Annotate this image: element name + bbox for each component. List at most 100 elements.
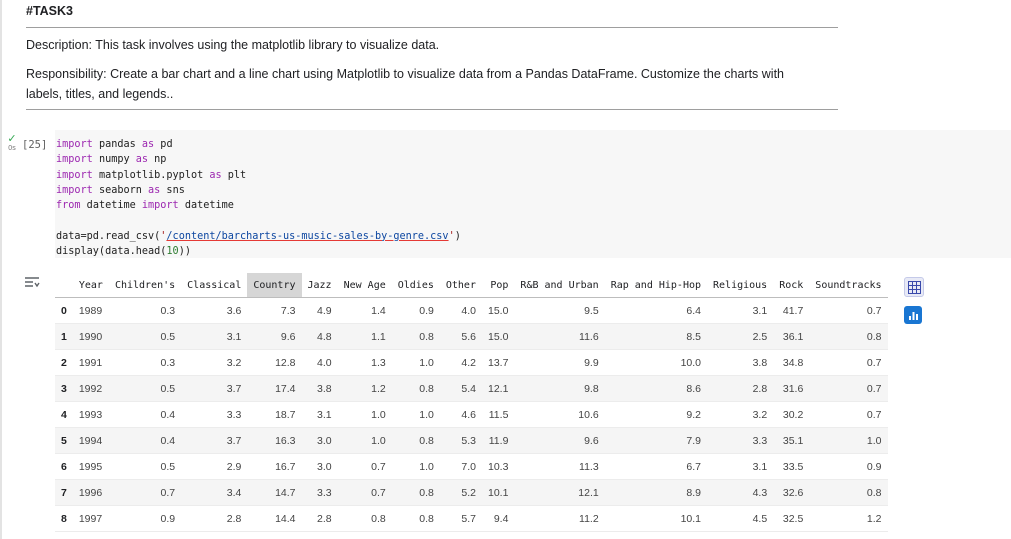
table-cell: 1.0: [391, 401, 440, 428]
table-cell: 12.8: [247, 349, 302, 376]
table-cell: 3.1: [301, 401, 338, 428]
table-cell: 11.9: [481, 427, 515, 454]
table-cell: 0.9: [391, 297, 440, 324]
execution-count: [25]: [22, 139, 48, 151]
table-cell: 3.4: [181, 479, 248, 506]
column-header: Other: [439, 273, 482, 298]
table-cell: 0.7: [108, 479, 182, 506]
row-index: 8: [55, 505, 73, 532]
table-cell: 32.5: [773, 505, 810, 532]
table-cell: 6.4: [604, 297, 708, 324]
table-cell: 1996: [72, 479, 109, 506]
table-cell: 0.4: [108, 427, 182, 454]
table-cell: 3.0: [301, 427, 338, 454]
row-index: 7: [55, 479, 73, 506]
table-cell: 9.6: [247, 323, 302, 350]
table-cell: 10.0: [604, 349, 708, 376]
table-cell: 0.5: [108, 323, 182, 350]
column-header: Country: [247, 273, 302, 298]
table-cell: 1.1: [337, 323, 392, 350]
table-cell: 10.3: [481, 453, 515, 480]
table-cell: 7.3: [247, 297, 302, 324]
table-cell: 2.5: [707, 323, 774, 350]
table-cell: 3.6: [181, 297, 248, 324]
table-cell: 4.9: [301, 297, 338, 324]
table-cell: 1997: [72, 505, 109, 532]
table-icon: [907, 280, 921, 294]
table-cell: 0.7: [337, 479, 392, 506]
alias: pd: [154, 139, 173, 150]
table-cell: 9.5: [514, 297, 605, 324]
table-cell: 11.2: [514, 505, 605, 532]
row-index: 0: [55, 297, 73, 324]
table-cell: 7.0: [439, 453, 482, 480]
table-cell: 5.7: [439, 505, 482, 532]
table-cell: 1.0: [809, 427, 888, 454]
keyword: as: [209, 169, 222, 181]
table-cell: 0.8: [809, 479, 888, 506]
table-cell: 0.3: [108, 297, 182, 324]
table-cell: 9.4: [481, 505, 515, 532]
table-cell: 41.7: [773, 297, 810, 324]
keyword: import: [141, 200, 179, 212]
table-cell: 10.6: [514, 401, 605, 428]
table-cell: 0.7: [337, 453, 392, 480]
table-cell: 0.8: [391, 505, 440, 532]
table-cell: 3.8: [707, 349, 774, 376]
table-cell: 11.6: [514, 323, 605, 350]
table-cell: 1995: [72, 453, 109, 480]
table-cell: 5.4: [439, 375, 482, 402]
table-cell: 14.4: [247, 505, 302, 532]
cell-run-status[interactable]: ✓ 0s: [4, 134, 20, 153]
alias: plt: [221, 169, 247, 181]
table-cell: 3.7: [181, 375, 248, 402]
table-cell: 4.5: [707, 505, 774, 532]
column-header: Rock: [773, 273, 810, 298]
table-cell: 34.8: [773, 349, 810, 376]
cell-left-rail: [0, 0, 2, 539]
table-cell: 3.2: [181, 349, 248, 376]
table-row: 6 1995 0.5 2.9 16.7 3.0 0.7 1.0 7.0 10.3 11.3 6.7 3.…: [55, 453, 888, 480]
module-name: numpy: [92, 154, 136, 166]
keyword: import: [56, 184, 93, 196]
table-cell: 4.2: [439, 349, 482, 376]
keyword: import: [56, 154, 93, 166]
code-text: ): [454, 230, 461, 242]
table-cell: 0.7: [809, 349, 888, 376]
table-cell: 11.5: [481, 401, 515, 428]
check-icon: ✓: [7, 133, 17, 145]
table-cell: 2.8: [181, 505, 248, 532]
table-header-row: Year Children's Classical Country Jazz New Ag…: [55, 273, 888, 298]
keyword: import: [56, 139, 93, 150]
module-name: matplotlib.pyplot: [92, 169, 210, 181]
output-collapse-icon[interactable]: [24, 276, 40, 290]
alias: np: [148, 154, 167, 166]
column-header: Soundtracks: [809, 273, 888, 298]
table-cell: 9.8: [514, 375, 605, 402]
table-cell: 3.8: [301, 375, 338, 402]
table-cell: 9.2: [604, 401, 708, 428]
suggest-charts-button[interactable]: [904, 306, 922, 324]
row-index: 6: [55, 453, 73, 480]
import-name: datetime: [178, 200, 234, 212]
table-cell: 0.8: [391, 375, 440, 402]
table-cell: 14.7: [247, 479, 302, 506]
keyword: as: [135, 154, 149, 166]
convert-to-interactive-table-button[interactable]: [904, 277, 924, 297]
code-content[interactable]: import pandas as pd import numpy as np i…: [56, 137, 461, 259]
table-row: 3 1992 0.5 3.7 17.4 3.8 1.2 0.8 5.4 12.1 9.8 8.6 2.8…: [55, 375, 888, 402]
table-cell: 17.4: [247, 375, 302, 402]
table-cell: 1.0: [337, 427, 392, 454]
table-cell: 0.3: [108, 349, 182, 376]
divider: [26, 27, 838, 28]
table-cell: 5.6: [439, 323, 482, 350]
column-header: New Age: [337, 273, 392, 298]
table-cell: 0.8: [391, 479, 440, 506]
table-cell: 1993: [72, 401, 109, 428]
table-row: 7 1996 0.7 3.4 14.7 3.3 0.7 0.8 5.2 10.1 12.1 8.9 4.…: [55, 479, 888, 506]
table-cell: 4.0: [439, 297, 482, 324]
column-header: R&B and Urban: [514, 273, 605, 298]
csv-path-string[interactable]: /content/barcharts-us-music-sales-by-gen…: [166, 231, 448, 242]
table-cell: 36.1: [773, 323, 810, 350]
table-row: 5 1994 0.4 3.7 16.3 3.0 1.0 0.8 5.3 11.9 9.6 7.9 3.3…: [55, 427, 888, 454]
